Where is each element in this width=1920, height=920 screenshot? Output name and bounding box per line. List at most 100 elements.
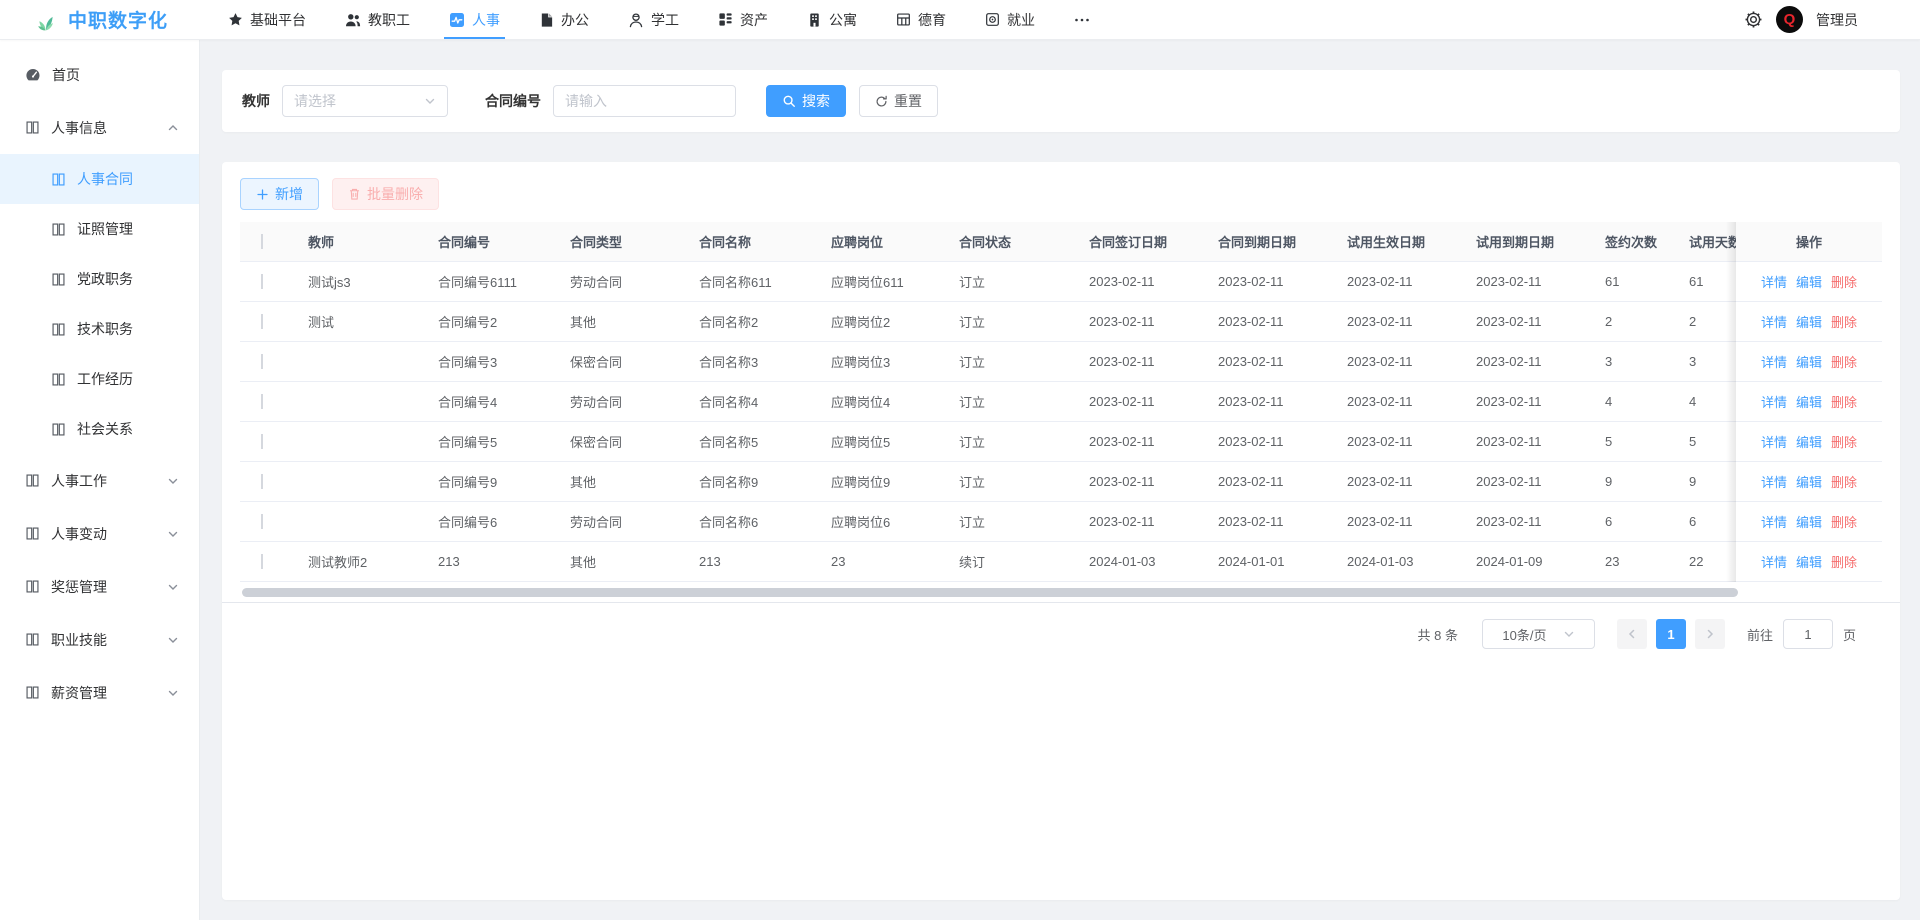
more-icon: [1074, 12, 1090, 28]
row-checkbox[interactable]: [261, 434, 263, 449]
settings-gear-icon[interactable]: [1744, 10, 1763, 29]
sidebar-item-9[interactable]: 人事变动: [0, 507, 199, 560]
sidebar-item-label: 工作经历: [77, 369, 133, 389]
add-button[interactable]: 新增: [240, 178, 319, 210]
cell-name: 213: [689, 554, 821, 569]
delete-link[interactable]: 删除: [1831, 552, 1857, 571]
delete-link[interactable]: 删除: [1831, 312, 1857, 331]
sidebar-item-7[interactable]: 社会关系: [0, 404, 199, 454]
cell-contract_no: 合同编号9: [428, 472, 560, 491]
topnav-item-9[interactable]: [1074, 0, 1097, 39]
sidebar-item-3[interactable]: 证照管理: [0, 204, 199, 254]
table-toolbar: 新增 批量删除: [240, 178, 1882, 210]
teacher-select[interactable]: 请选择: [282, 85, 448, 117]
cell-type: 其他: [560, 472, 689, 491]
table-row[interactable]: 测试js3合同编号6111劳动合同合同名称611应聘岗位611订立2023-02…: [240, 262, 1882, 302]
row-checkbox[interactable]: [261, 394, 263, 409]
column-header: 合同编号: [428, 232, 560, 251]
sidebar-item-2[interactable]: 人事合同: [0, 154, 199, 204]
delete-link[interactable]: 删除: [1831, 512, 1857, 531]
topnav-item-6[interactable]: 公寓: [807, 0, 857, 39]
next-page-button[interactable]: [1695, 619, 1725, 649]
edit-link[interactable]: 编辑: [1796, 552, 1822, 571]
reset-button[interactable]: 重置: [859, 85, 938, 117]
book-icon: [51, 172, 66, 187]
edit-link[interactable]: 编辑: [1796, 312, 1822, 331]
goto-page-input[interactable]: [1783, 619, 1833, 649]
horizontal-scrollbar-thumb[interactable]: [242, 588, 1738, 597]
delete-link[interactable]: 删除: [1831, 392, 1857, 411]
topnav-item-2[interactable]: 人事: [449, 0, 500, 39]
prev-page-button[interactable]: [1617, 619, 1647, 649]
page-size-select[interactable]: 10条/页: [1482, 619, 1595, 649]
cell-trial_start: 2024-01-03: [1337, 554, 1466, 569]
table-row[interactable]: 合同编号9其他合同名称9应聘岗位9订立2023-02-112023-02-112…: [240, 462, 1882, 502]
detail-link[interactable]: 详情: [1761, 472, 1787, 491]
detail-link[interactable]: 详情: [1761, 432, 1787, 451]
cell-expire_date: 2023-02-11: [1208, 394, 1337, 409]
table-row[interactable]: 测试教师2213其他21323续订2024-01-032024-01-01202…: [240, 542, 1882, 582]
topnav-item-3[interactable]: 办公: [539, 0, 589, 39]
brand[interactable]: 中职数字化: [0, 6, 200, 33]
book-icon: [51, 272, 66, 287]
sidebar-item-10[interactable]: 奖惩管理: [0, 560, 199, 613]
row-checkbox[interactable]: [261, 354, 263, 369]
row-checkbox[interactable]: [261, 514, 263, 529]
cell-status: 订立: [949, 392, 1079, 411]
table-row[interactable]: 合同编号6劳动合同合同名称6应聘岗位6订立2023-02-112023-02-1…: [240, 502, 1882, 542]
detail-link[interactable]: 详情: [1761, 352, 1787, 371]
edit-link[interactable]: 编辑: [1796, 272, 1822, 291]
table-row[interactable]: 合同编号5保密合同合同名称5应聘岗位5订立2023-02-112023-02-1…: [240, 422, 1882, 462]
row-checkbox[interactable]: [261, 314, 263, 329]
cell-sign_count: 4: [1595, 394, 1679, 409]
table-row[interactable]: 合同编号4劳动合同合同名称4应聘岗位4订立2023-02-112023-02-1…: [240, 382, 1882, 422]
topnav-item-5[interactable]: 资产: [718, 0, 768, 39]
edit-link[interactable]: 编辑: [1796, 512, 1822, 531]
topnav-item-7[interactable]: 德育: [896, 0, 946, 39]
contract-no-input[interactable]: [553, 85, 736, 117]
row-checkbox[interactable]: [261, 554, 263, 569]
detail-link[interactable]: 详情: [1761, 272, 1787, 291]
edit-link[interactable]: 编辑: [1796, 432, 1822, 451]
search-button[interactable]: 搜索: [766, 85, 846, 117]
user-avatar[interactable]: Q: [1776, 6, 1803, 33]
sidebar-item-0[interactable]: 首页: [0, 48, 199, 101]
row-checkbox-cell: [240, 514, 298, 529]
topnav-item-1[interactable]: 教职工: [345, 0, 410, 39]
edit-link[interactable]: 编辑: [1796, 392, 1822, 411]
edit-link[interactable]: 编辑: [1796, 352, 1822, 371]
topnav-item-4[interactable]: 学工: [628, 0, 679, 39]
topnav-item-0[interactable]: 基础平台: [228, 0, 306, 39]
sidebar-item-8[interactable]: 人事工作: [0, 454, 199, 507]
table-row[interactable]: 合同编号3保密合同合同名称3应聘岗位3订立2023-02-112023-02-1…: [240, 342, 1882, 382]
detail-link[interactable]: 详情: [1761, 312, 1787, 331]
detail-link[interactable]: 详情: [1761, 392, 1787, 411]
delete-link[interactable]: 删除: [1831, 472, 1857, 491]
batch-delete-button[interactable]: 批量删除: [332, 178, 439, 210]
current-page-button[interactable]: 1: [1656, 619, 1686, 649]
row-checkbox[interactable]: [261, 474, 263, 489]
detail-link[interactable]: 详情: [1761, 552, 1787, 571]
sidebar-item-label: 职业技能: [51, 630, 107, 650]
topnav-item-8[interactable]: 就业: [985, 0, 1035, 39]
sidebar-item-4[interactable]: 党政职务: [0, 254, 199, 304]
delete-link[interactable]: 删除: [1831, 352, 1857, 371]
delete-link[interactable]: 删除: [1831, 432, 1857, 451]
row-checkbox[interactable]: [261, 274, 263, 289]
user-name[interactable]: 管理员: [1816, 10, 1858, 30]
select-all-checkbox[interactable]: [261, 234, 263, 249]
table-row[interactable]: 测试合同编号2其他合同名称2应聘岗位2订立2023-02-112023-02-1…: [240, 302, 1882, 342]
detail-link[interactable]: 详情: [1761, 512, 1787, 531]
cell-status: 续订: [949, 552, 1079, 571]
sidebar-item-label: 社会关系: [77, 419, 133, 439]
sidebar-item-12[interactable]: 薪资管理: [0, 666, 199, 719]
page-size-value: 10条/页: [1502, 625, 1546, 644]
sidebar-item-11[interactable]: 职业技能: [0, 613, 199, 666]
edit-link[interactable]: 编辑: [1796, 472, 1822, 491]
row-actions: 详情编辑删除: [1736, 262, 1882, 301]
delete-link[interactable]: 删除: [1831, 272, 1857, 291]
sidebar-item-6[interactable]: 工作经历: [0, 354, 199, 404]
sidebar-item-5[interactable]: 技术职务: [0, 304, 199, 354]
sidebar-item-1[interactable]: 人事信息: [0, 101, 199, 154]
book-icon: [51, 222, 66, 237]
